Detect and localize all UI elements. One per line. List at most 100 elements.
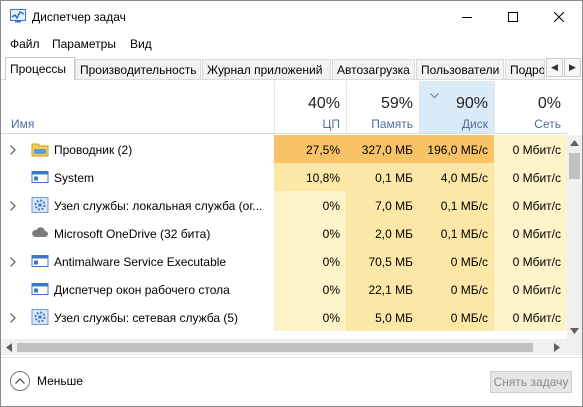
service-gear-icon [31,197,49,213]
process-disk-cell: 0,1 МБ/с [419,219,494,247]
column-header: Имя 40% ЦП 59% Память 90% Диск 0% Сеть [1,81,582,133]
tab-strip: Процессы Производительность Журнал прило… [1,57,582,80]
menu-view[interactable]: Вид [130,37,152,51]
process-name: Microsoft OneDrive (32 бита) [54,227,211,241]
process-row[interactable]: Antimalware Service Executable 0% 70,5 МБ 0… [1,247,567,275]
process-name: Узел службы: локальная служба (ог... [54,199,263,213]
maximize-button[interactable] [490,1,536,32]
scroll-right-icon [554,343,560,352]
system-window-icon [31,281,49,297]
process-cpu-cell: 10,8% [274,163,346,191]
sort-descending-icon [430,93,439,99]
triangle-right-icon: ▶ [569,62,576,72]
process-network-cell: 0 Мбит/с [494,275,567,303]
process-memory-cell: 327,0 МБ [346,135,419,163]
process-cpu-cell: 0% [274,191,346,219]
minimize-button[interactable] [444,1,490,32]
process-network-cell: 0 Мбит/с [494,247,567,275]
chevron-up-icon [15,378,25,384]
cpu-total-percent: 40% [307,95,340,112]
column-network-header[interactable]: 0% Сеть [494,81,567,133]
window-title: Диспетчер задач [32,10,126,24]
vertical-scroll-thumb[interactable] [569,153,580,179]
chevron-right-icon[interactable] [10,144,16,158]
process-cpu-cell: 0% [274,303,346,331]
close-icon [554,11,564,22]
process-disk-cell: 0 МБ/с [419,303,494,331]
network-label: Сеть [534,117,561,131]
column-name-header[interactable]: Имя [11,117,34,131]
tab-scroll-right-button[interactable]: ▶ [564,58,581,77]
process-name: Узел службы: сетевая служба (5) [54,311,239,325]
footer-bar: Меньше Снять задачу [1,357,582,406]
memory-total-percent: 59% [380,95,413,112]
column-disk-header[interactable]: 90% Диск [419,81,494,133]
chevron-right-icon[interactable] [10,256,16,270]
process-disk-cell: 4,0 МБ/с [419,163,494,191]
process-disk-cell: 0 МБ/с [419,275,494,303]
process-memory-cell: 22,1 МБ [346,275,419,303]
process-list: Проводник (2) 27,5% 327,0 МБ 196,0 МБ/с 0 Мб… [1,135,567,339]
tab-app-history[interactable]: Журнал приложений [202,59,331,79]
onedrive-cloud-icon [31,225,49,241]
process-network-cell: 0 Мбит/с [494,303,567,331]
end-task-button[interactable]: Снять задачу [490,371,572,393]
process-network-cell: 0 Мбит/с [494,191,567,219]
scrollbar-corner [567,339,582,355]
tab-users[interactable]: Пользователи [416,59,504,79]
title-bar[interactable]: Диспетчер задач [1,1,582,32]
process-row[interactable]: Узел службы: локальная служба (ог... 0% 7,… [1,191,567,219]
process-row[interactable]: System 10,8% 0,1 МБ 4,0 МБ/с 0 Мбит/с [1,163,567,191]
explorer-folder-icon [31,141,49,157]
network-total-percent: 0% [537,95,561,112]
fewer-details-button[interactable]: Меньше [10,370,83,392]
process-name: Antimalware Service Executable [54,255,227,269]
horizontal-scroll-thumb[interactable] [17,343,533,352]
process-memory-cell: 7,0 МБ [346,191,419,219]
menu-options[interactable]: Параметры [52,37,116,51]
system-window-icon [31,253,49,269]
process-row[interactable]: Узел службы: сетевая служба (5) 0% 5,0 МБ 0… [1,303,567,331]
process-memory-cell: 0,1 МБ [346,163,419,191]
process-network-cell: 0 Мбит/с [494,135,567,163]
process-name: System [54,171,95,185]
vertical-scrollbar[interactable] [567,135,582,339]
process-row[interactable]: Диспетчер окон рабочего стола 0% 22,1 МБ 0 … [1,275,567,303]
tab-startup[interactable]: Автозагрузка [332,59,415,79]
tab-processes[interactable]: Процессы [5,57,75,80]
process-network-cell: 0 Мбит/с [494,163,567,191]
tab-divider [1,79,582,80]
process-cpu-cell: 0% [274,219,346,247]
tab-scroll-left-button[interactable]: ◀ [546,58,563,77]
process-disk-cell: 0 МБ/с [419,247,494,275]
task-manager-window: Диспетчер задач Файл Параметры Вид Проце… [0,0,583,407]
header-divider [1,133,567,134]
disk-label: Диск [461,117,488,131]
scroll-left-icon [6,343,12,352]
process-cpu-cell: 0% [274,275,346,303]
process-cpu-cell: 27,5% [274,135,346,163]
chevron-right-icon[interactable] [10,312,16,326]
maximize-icon [508,11,518,22]
process-network-cell: 0 Мбит/с [494,219,567,247]
fewer-details-label: Меньше [37,374,83,388]
process-name: Диспетчер окон рабочего стола [54,283,230,297]
menu-bar: Файл Параметры Вид [1,34,582,54]
tab-performance[interactable]: Производительность [75,59,201,79]
process-cpu-cell: 0% [274,247,346,275]
chevron-right-icon[interactable] [10,200,16,214]
process-row[interactable]: Microsoft OneDrive (32 бита) 0% 2,0 МБ 0,1 … [1,219,567,247]
collapse-circle [10,371,30,391]
cpu-label: ЦП [322,117,340,131]
menu-file[interactable]: Файл [10,37,40,51]
column-cpu-header[interactable]: 40% ЦП [274,81,346,133]
close-button[interactable] [536,1,582,32]
minimize-icon [462,16,472,18]
triangle-left-icon: ◀ [551,62,558,72]
process-row[interactable]: Проводник (2) 27,5% 327,0 МБ 196,0 МБ/с 0 Мб… [1,135,567,163]
system-window-icon [31,169,49,185]
service-gear-icon [31,309,49,325]
tab-details[interactable]: Подро [505,59,545,79]
column-memory-header[interactable]: 59% Память [346,81,419,133]
horizontal-scrollbar[interactable] [1,339,567,355]
